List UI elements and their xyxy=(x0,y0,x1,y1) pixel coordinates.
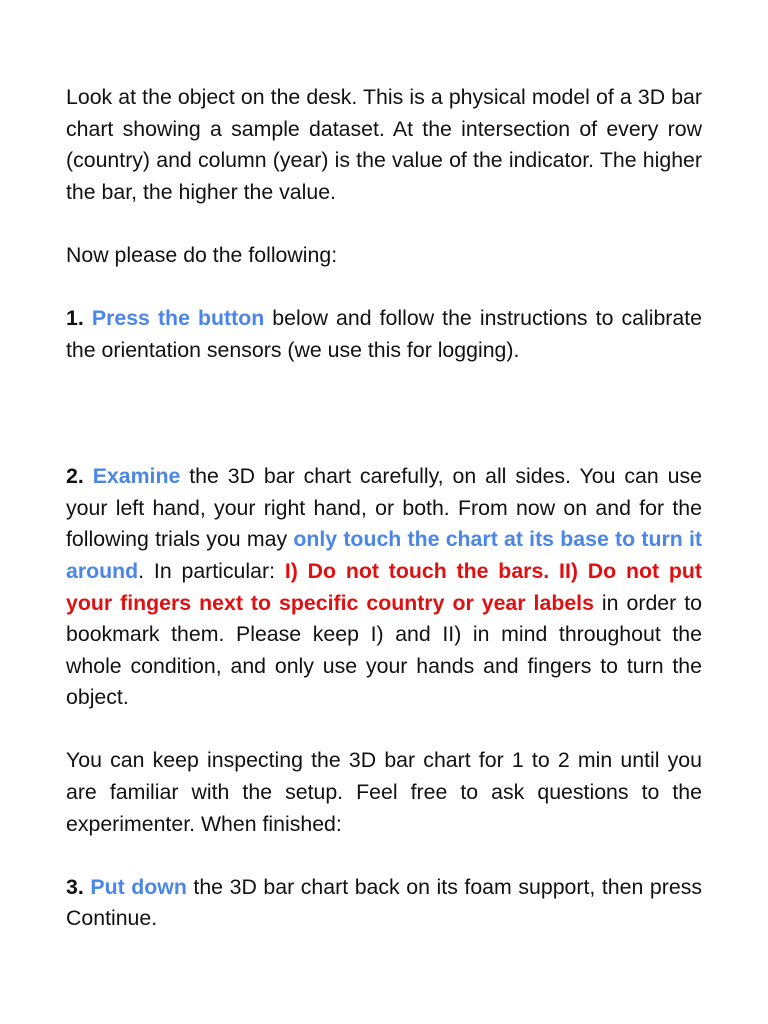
lead-text: Now please do the following: xyxy=(66,242,338,267)
step-2-paragraph: 2. Examine the 3D bar chart carefully, o… xyxy=(66,461,702,714)
step-3-number: 3. xyxy=(66,874,84,899)
inspect-paragraph: You can keep inspecting the 3D bar chart… xyxy=(66,745,702,840)
inspect-text: You can keep inspecting the 3D bar chart… xyxy=(66,748,702,836)
intro-paragraph: Look at the object on the desk. This is … xyxy=(66,82,702,208)
lead-paragraph: Now please do the following: xyxy=(66,240,702,272)
step-2-text-c: . In particular: xyxy=(138,558,285,583)
step-3-highlight: Put down xyxy=(90,874,187,899)
step-3-paragraph: 3. Put down the 3D bar chart back on its… xyxy=(66,872,702,935)
step-2-number: 2. xyxy=(66,464,84,489)
step-1-highlight: Press the button xyxy=(91,306,265,331)
step-1-paragraph: 1. Press the button below and follow the… xyxy=(66,303,702,366)
instructions-page: Look at the object on the desk. This is … xyxy=(66,82,702,935)
step-1-number: 1. xyxy=(66,306,84,331)
intro-text: Look at the object on the desk. This is … xyxy=(66,85,702,204)
calibrate-button-area xyxy=(66,366,702,461)
step-2-highlight: Examine xyxy=(92,464,181,489)
